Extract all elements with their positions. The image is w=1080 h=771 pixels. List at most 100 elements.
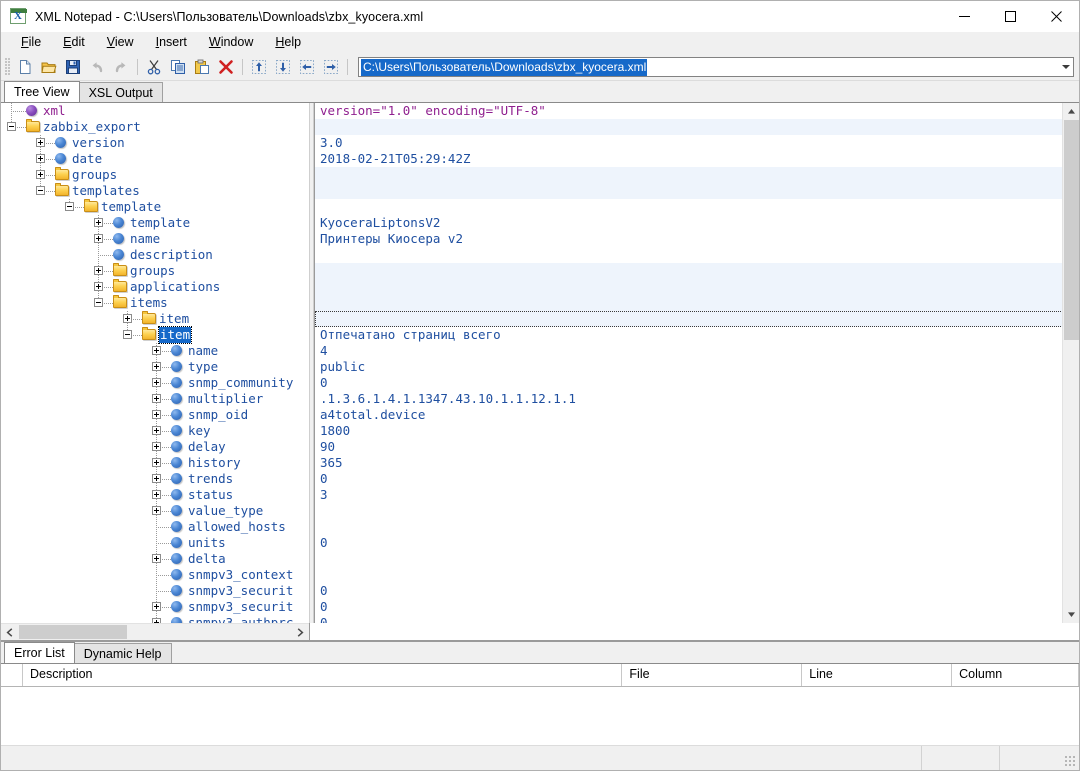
expand-node-icon[interactable]: [152, 458, 161, 467]
node-value-row[interactable]: [315, 247, 1079, 263]
scroll-up-icon[interactable]: [1063, 103, 1079, 120]
node-value-row[interactable]: [315, 119, 1079, 135]
node-value-row[interactable]: [315, 567, 1079, 583]
tree-node-label[interactable]: status: [188, 487, 233, 503]
tree-node-label[interactable]: snmpv3_securit: [188, 599, 293, 615]
expand-node-icon[interactable]: [152, 426, 161, 435]
tree-scroll-thumb[interactable]: [19, 625, 127, 639]
expand-node-icon[interactable]: [152, 490, 161, 499]
expand-node-icon[interactable]: [152, 602, 161, 611]
tree-node-label[interactable]: key: [188, 423, 211, 439]
open-file-icon[interactable]: [38, 56, 60, 78]
node-value-row[interactable]: [315, 503, 1079, 519]
value-scroll-thumb[interactable]: [1064, 120, 1079, 340]
menu-help[interactable]: Help: [264, 33, 312, 53]
expand-node-icon[interactable]: [94, 282, 103, 291]
expand-node-icon[interactable]: [152, 442, 161, 451]
node-value-row[interactable]: 0: [315, 471, 1079, 487]
node-value-row[interactable]: 0: [315, 599, 1079, 615]
tree-node-label[interactable]: applications: [130, 279, 220, 295]
tree-node-label[interactable]: item: [157, 326, 193, 344]
tree-node-label[interactable]: snmpv3_authprc: [188, 615, 293, 623]
tree-node-label[interactable]: snmp_oid: [188, 407, 248, 423]
resize-grip[interactable]: [1065, 756, 1077, 768]
tree-node-label[interactable]: xml: [43, 103, 66, 119]
collapse-node-icon[interactable]: [7, 122, 16, 131]
scroll-right-icon[interactable]: [292, 624, 309, 640]
node-value-row[interactable]: Принтеры Киосера v2: [315, 231, 1079, 247]
tree-node-label[interactable]: snmp_community: [188, 375, 293, 391]
tree-node-label[interactable]: template: [130, 215, 190, 231]
tree-node-label[interactable]: name: [188, 343, 218, 359]
tree-node-label[interactable]: type: [188, 359, 218, 375]
expand-node-icon[interactable]: [123, 314, 132, 323]
expand-node-icon[interactable]: [152, 362, 161, 371]
node-value-list[interactable]: version="1.0" encoding="UTF-8" 3.0 2018-02…: [315, 103, 1079, 623]
tree-node-label[interactable]: snmpv3_context: [188, 567, 293, 583]
collapse-node-icon[interactable]: [123, 330, 132, 339]
node-value-row[interactable]: public: [315, 359, 1079, 375]
node-value-row[interactable]: a4total.device: [315, 407, 1079, 423]
node-value-row[interactable]: [315, 279, 1079, 295]
tab-dynamic-help[interactable]: Dynamic Help: [73, 643, 172, 663]
expand-node-icon[interactable]: [94, 266, 103, 275]
node-value-row[interactable]: [315, 311, 1079, 327]
node-value-row[interactable]: [315, 551, 1079, 567]
tree-node-label[interactable]: version: [72, 135, 125, 151]
tree-node-label[interactable]: templates: [72, 183, 140, 199]
node-value-row[interactable]: 0: [315, 535, 1079, 551]
expand-node-icon[interactable]: [152, 506, 161, 515]
tree-node-label[interactable]: history: [188, 455, 241, 471]
xml-tree-pane[interactable]: xml zabbix_export version date groups templat…: [1, 103, 309, 623]
move-up-icon[interactable]: [248, 56, 270, 78]
menu-view[interactable]: View: [96, 33, 145, 53]
expand-node-icon[interactable]: [94, 234, 103, 243]
toolbar-grip[interactable]: [5, 58, 11, 76]
minimize-button[interactable]: [941, 1, 987, 32]
node-value-row[interactable]: 4: [315, 343, 1079, 359]
chevron-down-icon[interactable]: [1062, 65, 1070, 69]
expand-node-icon[interactable]: [152, 394, 161, 403]
error-list-column-header[interactable]: Column: [952, 664, 1079, 686]
node-value-row[interactable]: 0: [315, 375, 1079, 391]
cut-icon[interactable]: [143, 56, 165, 78]
error-list-column-header[interactable]: File: [622, 664, 803, 686]
node-value-row[interactable]: 3: [315, 487, 1079, 503]
expand-node-icon[interactable]: [36, 170, 45, 179]
node-value-row[interactable]: [315, 519, 1079, 535]
tree-node-label[interactable]: items: [130, 295, 168, 311]
tree-node-label[interactable]: zabbix_export: [43, 119, 141, 135]
tree-node-label[interactable]: multiplier: [188, 391, 263, 407]
collapse-node-icon[interactable]: [94, 298, 103, 307]
expand-node-icon[interactable]: [36, 138, 45, 147]
node-value-row[interactable]: [315, 199, 1079, 215]
undo-icon[interactable]: [86, 56, 108, 78]
move-down-icon[interactable]: [272, 56, 294, 78]
tree-node-label[interactable]: template: [101, 199, 161, 215]
close-button[interactable]: [1033, 1, 1079, 32]
tree-node-label[interactable]: delta: [188, 551, 226, 567]
node-value-row[interactable]: KyoceraLiptonsV2: [315, 215, 1079, 231]
promote-icon[interactable]: [296, 56, 318, 78]
node-value-row[interactable]: .1.3.6.1.4.1.1347.43.10.1.1.12.1.1: [315, 391, 1079, 407]
node-value-row[interactable]: 0: [315, 615, 1079, 623]
node-value-row[interactable]: 90: [315, 439, 1079, 455]
demote-icon[interactable]: [320, 56, 342, 78]
menu-edit[interactable]: Edit: [52, 33, 96, 53]
tree-node-label[interactable]: value_type: [188, 503, 263, 519]
tree-node-label[interactable]: snmpv3_securit: [188, 583, 293, 599]
scroll-left-icon[interactable]: [1, 624, 18, 640]
collapse-node-icon[interactable]: [36, 186, 45, 195]
node-value-row[interactable]: 2018-02-21T05:29:42Z: [315, 151, 1079, 167]
node-value-row[interactable]: [315, 263, 1079, 279]
tab-error-list[interactable]: Error List: [4, 642, 75, 663]
tree-node-label[interactable]: date: [72, 151, 102, 167]
node-value-row[interactable]: [315, 183, 1079, 199]
xml-tree[interactable]: xml zabbix_export version date groups templat…: [1, 103, 309, 623]
node-value-row[interactable]: [315, 295, 1079, 311]
menu-window[interactable]: Window: [198, 33, 264, 53]
error-list-column-header[interactable]: [1, 664, 23, 686]
expand-node-icon[interactable]: [152, 346, 161, 355]
node-value-row[interactable]: 3.0: [315, 135, 1079, 151]
expand-node-icon[interactable]: [94, 218, 103, 227]
